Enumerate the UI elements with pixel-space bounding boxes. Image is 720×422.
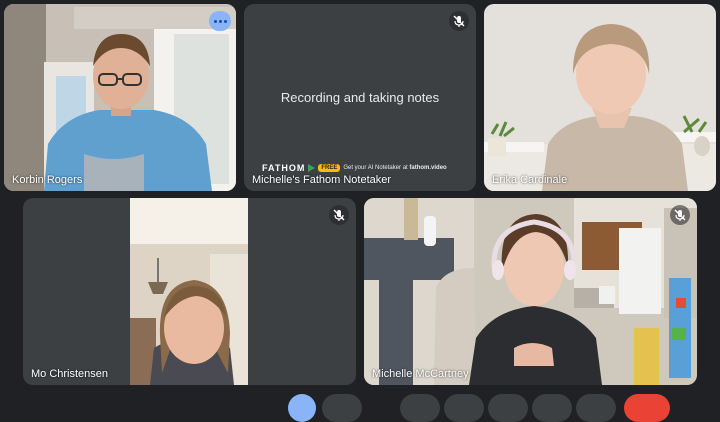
participant-tile-mo[interactable]: Mo Christensen [23,198,356,385]
more-options-icon[interactable] [209,11,231,31]
raise-hand-button[interactable] [532,394,572,422]
participant-video [4,4,236,191]
participant-tile-notetaker[interactable]: Recording and taking notes FATHOM FREE G… [244,4,476,191]
fathom-promo: FATHOM FREE Get your AI Notetaker at fat… [262,163,476,173]
participant-tile-korbin[interactable]: Korbin Rogers [4,4,236,191]
mic-button[interactable] [322,394,362,422]
free-badge: FREE [318,164,341,172]
reactions-button[interactable] [488,394,528,422]
end-call-button[interactable] [624,394,670,422]
promo-text: Get your AI Notetaker at fathom.video [343,165,447,171]
participant-video [130,198,248,385]
mic-off-icon [670,205,690,225]
present-button[interactable] [400,394,440,422]
participant-name: Michelle McCartney [372,368,469,380]
promo-link[interactable]: fathom.video [409,165,446,171]
participant-name: Korbin Rogers [12,174,83,186]
fathom-logo: FATHOM [262,163,306,173]
participant-video [364,198,697,385]
participant-tile-erika[interactable]: Erika Cardinale [484,4,716,191]
participant-tile-michelle[interactable]: Michelle McCartney [364,198,697,385]
participant-name: Michelle's Fathom Notetaker [252,174,392,186]
mic-off-icon [329,205,349,225]
more-options-button[interactable] [576,394,616,422]
participant-video [484,4,716,191]
participant-name: Mo Christensen [31,368,109,380]
camera-button[interactable] [288,394,316,422]
mic-off-icon [449,11,469,31]
notetaker-message: Recording and taking notes [280,90,440,105]
play-icon [308,164,316,172]
participant-name: Erika Cardinale [492,174,568,186]
captions-button[interactable] [444,394,484,422]
